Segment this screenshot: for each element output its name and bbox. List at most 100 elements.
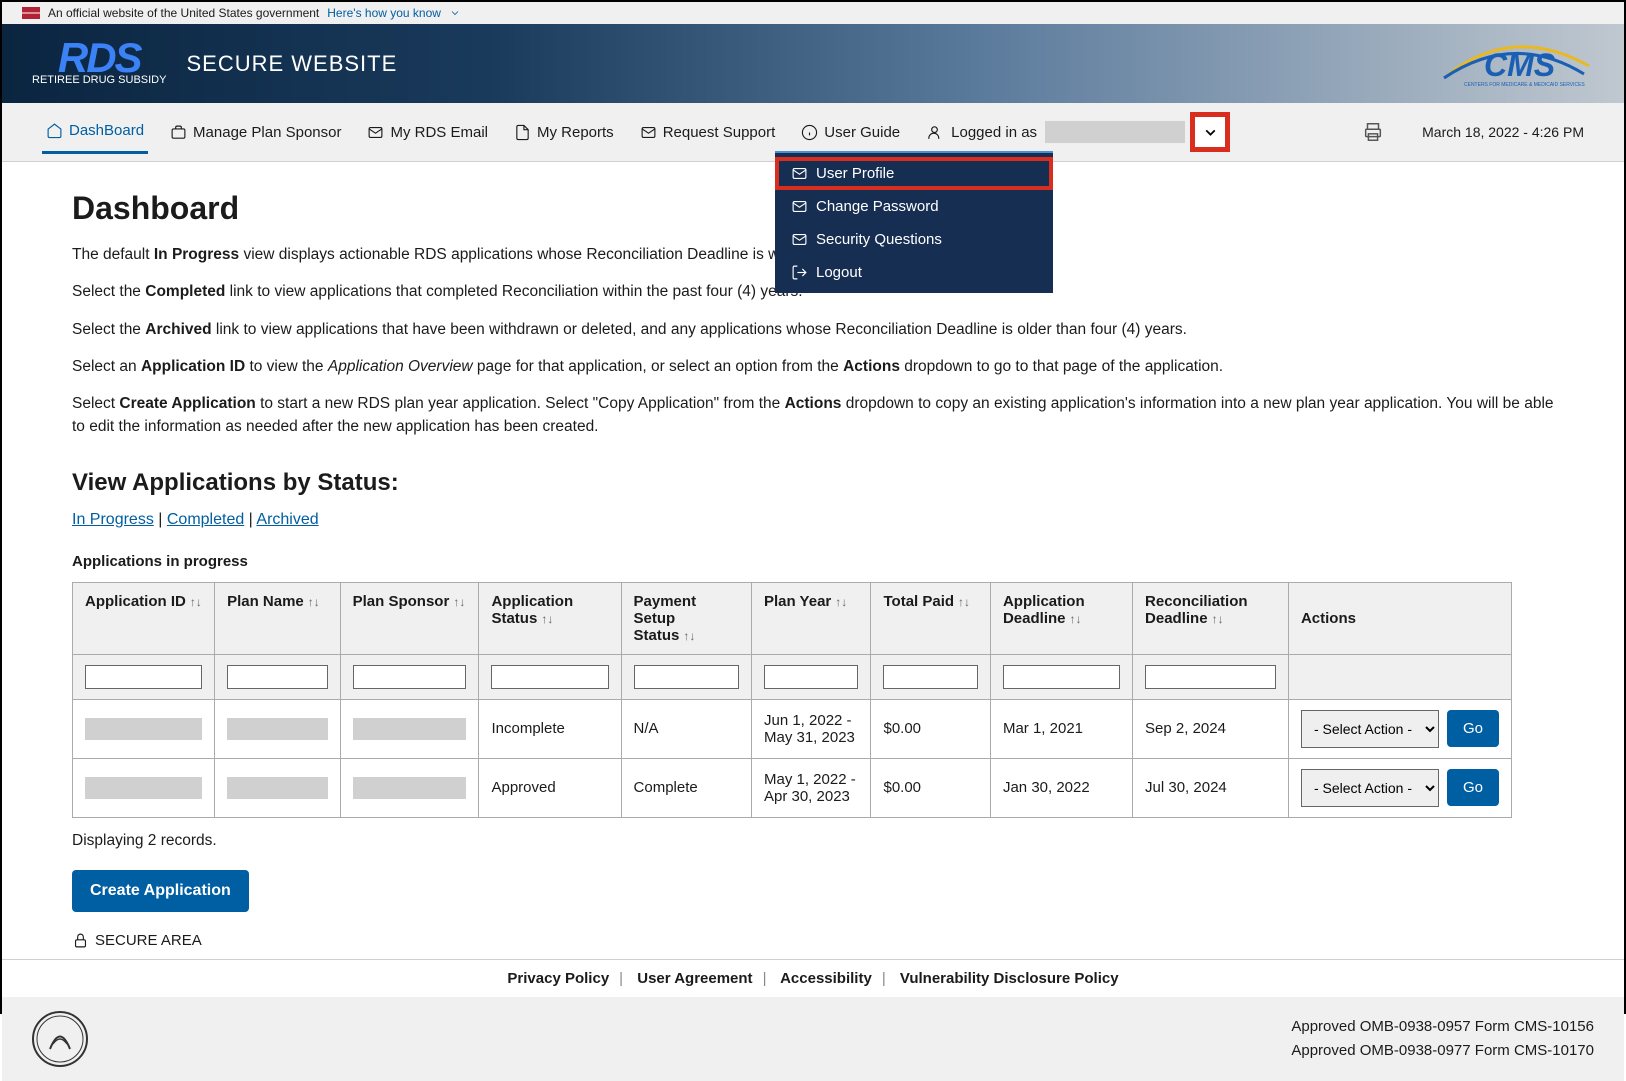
footer-privacy[interactable]: Privacy Policy <box>507 970 609 987</box>
table-row: Approved Complete May 1, 2022 - Apr 30, … <box>73 758 1512 817</box>
omb-text: Approved OMB-0938-0957 Form CMS-10156 Ap… <box>1291 1015 1594 1063</box>
nav-my-reports[interactable]: My Reports <box>510 112 618 153</box>
rds-logo: RDS RETIREE DRUG SUBSIDY <box>32 41 166 87</box>
nav-bar: DashBoard Manage Plan Sponsor My RDS Ema… <box>2 103 1624 162</box>
chevron-down-icon <box>449 7 461 19</box>
gov-banner-link[interactable]: Here's how you know <box>327 6 441 20</box>
print-icon[interactable] <box>1362 121 1384 143</box>
link-in-progress[interactable]: In Progress <box>72 511 154 528</box>
nav-user-guide[interactable]: User Guide <box>797 112 904 153</box>
nav-my-reports-label: My Reports <box>537 124 614 141</box>
gov-banner: An official website of the United States… <box>2 2 1624 24</box>
header-title: SECURE WEBSITE <box>186 51 397 77</box>
filter-app-deadline[interactable] <box>1003 665 1120 689</box>
cell-plan-year: Jun 1, 2022 - May 31, 2023 <box>751 699 871 758</box>
user-menu-profile[interactable]: User Profile <box>775 157 1053 190</box>
user-dropdown: User Profile Change Password Security Qu… <box>775 151 1053 293</box>
nav-manage-sponsor-label: Manage Plan Sponsor <box>193 124 341 141</box>
go-button[interactable]: Go <box>1447 769 1499 806</box>
col-pay-status[interactable]: Payment Setup Status↑↓ <box>621 582 751 654</box>
footer-vuln[interactable]: Vulnerability Disclosure Policy <box>900 970 1119 987</box>
briefcase-icon <box>170 124 187 141</box>
user-menu-toggle[interactable] <box>1193 115 1227 149</box>
nav-guide-label: User Guide <box>824 124 900 141</box>
filter-plan-sponsor[interactable] <box>353 665 467 689</box>
gov-banner-text: An official website of the United States… <box>48 6 319 20</box>
mail-icon <box>791 198 808 215</box>
applications-table: Application ID↑↓ Plan Name↑↓ Plan Sponso… <box>72 582 1512 818</box>
redacted-cell <box>353 777 467 799</box>
redacted-cell <box>227 718 328 740</box>
footer-user-agreement[interactable]: User Agreement <box>637 970 752 987</box>
filter-total-paid[interactable] <box>883 665 977 689</box>
cell-app-deadline: Mar 1, 2021 <box>990 699 1132 758</box>
col-plan-name[interactable]: Plan Name↑↓ <box>215 582 341 654</box>
filter-plan-name[interactable] <box>227 665 328 689</box>
filter-actions-blank <box>1288 654 1511 699</box>
nav-dashboard[interactable]: DashBoard <box>42 110 148 154</box>
col-total-paid[interactable]: Total Paid↑↓ <box>871 582 990 654</box>
mail-icon <box>791 165 808 182</box>
link-completed[interactable]: Completed <box>167 511 244 528</box>
status-heading: View Applications by Status: <box>72 469 1554 497</box>
mail-icon <box>367 124 384 141</box>
redacted-cell <box>85 777 202 799</box>
nav-request-support[interactable]: Request Support <box>636 112 780 153</box>
hhs-seal-icon <box>32 1011 88 1067</box>
records-info: Displaying 2 records. <box>72 832 1554 850</box>
filter-plan-year[interactable] <box>764 665 859 689</box>
table-row: Incomplete N/A Jun 1, 2022 - May 31, 202… <box>73 699 1512 758</box>
svg-text:CENTERS FOR MEDICARE & MEDICAI: CENTERS FOR MEDICARE & MEDICAID SERVICES <box>1464 82 1585 88</box>
cell-recon-deadline: Sep 2, 2024 <box>1133 699 1289 758</box>
create-application-button[interactable]: Create Application <box>72 870 249 912</box>
link-archived[interactable]: Archived <box>256 511 318 528</box>
mail-icon <box>640 124 657 141</box>
user-icon <box>926 124 943 141</box>
col-app-id[interactable]: Application ID↑↓ <box>73 582 215 654</box>
col-app-deadline[interactable]: Application Deadline↑↓ <box>990 582 1132 654</box>
nav-my-email[interactable]: My RDS Email <box>363 112 492 153</box>
user-menu-security[interactable]: Security Questions <box>775 223 1053 256</box>
status-links: In Progress | Completed | Archived <box>72 511 1554 529</box>
intro-p5: Select Create Application to start a new… <box>72 392 1554 439</box>
col-plan-sponsor[interactable]: Plan Sponsor↑↓ <box>340 582 479 654</box>
action-select[interactable]: - Select Action - <box>1301 769 1439 807</box>
footer-accessibility[interactable]: Accessibility <box>780 970 872 987</box>
user-menu-logout[interactable]: Logout <box>775 256 1053 289</box>
cell-total-paid: $0.00 <box>871 758 990 817</box>
home-icon <box>46 122 63 139</box>
footer-links: Privacy Policy| User Agreement| Accessib… <box>2 959 1624 997</box>
user-name-redacted <box>1045 121 1185 143</box>
chevron-down-icon <box>1202 124 1219 141</box>
nav-support-label: Request Support <box>663 124 776 141</box>
user-menu-change-password[interactable]: Change Password <box>775 190 1053 223</box>
redacted-cell <box>85 718 202 740</box>
filter-recon-deadline[interactable] <box>1145 665 1276 689</box>
logged-in-label: Logged in as <box>951 124 1037 141</box>
svg-text:CMS: CMS <box>1484 47 1556 83</box>
header: RDS RETIREE DRUG SUBSIDY SECURE WEBSITE … <box>2 24 1624 103</box>
redacted-cell <box>353 718 467 740</box>
filter-app-id[interactable] <box>85 665 202 689</box>
filter-app-status[interactable] <box>491 665 608 689</box>
filter-pay-status[interactable] <box>634 665 739 689</box>
cell-recon-deadline: Jul 30, 2024 <box>1133 758 1289 817</box>
mail-icon <box>791 231 808 248</box>
cell-pay-status: Complete <box>621 758 751 817</box>
action-select[interactable]: - Select Action - <box>1301 710 1439 748</box>
col-plan-year[interactable]: Plan Year↑↓ <box>751 582 871 654</box>
nav-manage-sponsor[interactable]: Manage Plan Sponsor <box>166 112 345 153</box>
user-menu-security-label: Security Questions <box>816 231 942 248</box>
user-menu-password-label: Change Password <box>816 198 939 215</box>
table-caption: Applications in progress <box>72 553 1554 570</box>
cell-plan-year: May 1, 2022 - Apr 30, 2023 <box>751 758 871 817</box>
user-menu-logout-label: Logout <box>816 264 862 281</box>
cms-logo: CMS CENTERS FOR MEDICARE & MEDICAID SERV… <box>1434 36 1594 91</box>
cell-pay-status: N/A <box>621 699 751 758</box>
cell-app-status: Approved <box>479 758 621 817</box>
col-recon-deadline[interactable]: Reconciliation Deadline↑↓ <box>1133 582 1289 654</box>
nav-my-email-label: My RDS Email <box>390 124 488 141</box>
go-button[interactable]: Go <box>1447 710 1499 747</box>
col-app-status[interactable]: Application Status↑↓ <box>479 582 621 654</box>
redacted-cell <box>227 777 328 799</box>
